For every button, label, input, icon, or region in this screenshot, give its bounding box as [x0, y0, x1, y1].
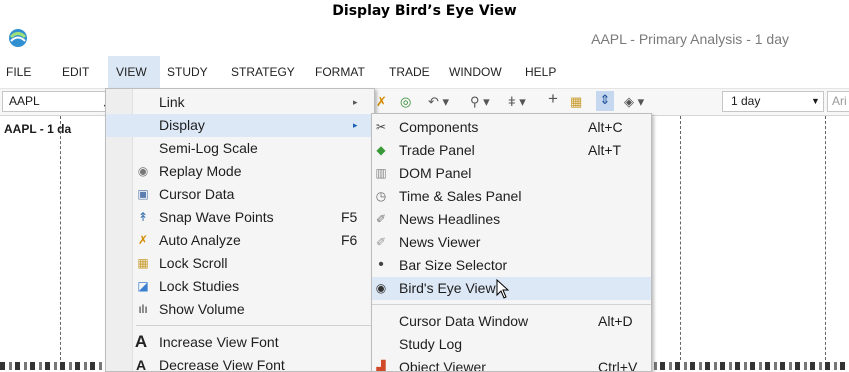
- view-menu-item-decrease-font[interactable]: A Decrease View Font: [106, 354, 374, 371]
- menu-view[interactable]: VIEW: [108, 56, 160, 88]
- display-item-object-viewer[interactable]: ▟ Object Viewer Ctrl+V: [372, 356, 651, 371]
- mouse-pointer-icon: [496, 279, 510, 299]
- snap-wave-icon: ↟: [137, 210, 149, 224]
- dom-panel-icon: ▥: [375, 166, 387, 180]
- menu-separator: [372, 304, 651, 305]
- scale-tool-icon[interactable]: ⇕: [596, 91, 614, 111]
- undo-tool-icon[interactable]: ↶ ▾: [428, 93, 449, 111]
- auto-analyze-icon: ✗: [137, 233, 149, 247]
- display-item-study-log[interactable]: Study Log: [372, 333, 651, 356]
- period-select[interactable]: 1 day ▼: [722, 91, 824, 112]
- symbol-input[interactable]: AAPL ▼: [2, 91, 111, 112]
- refresh-tool-icon[interactable]: ◎: [400, 93, 411, 111]
- menu-separator: [136, 325, 372, 326]
- menu-format[interactable]: FORMAT: [315, 56, 365, 88]
- auto-analyze-tool-icon[interactable]: ✗: [376, 93, 387, 111]
- view-menu-item-replay[interactable]: ◉ Replay Mode: [106, 160, 374, 183]
- display-item-trade-panel[interactable]: ◆ Trade Panel Alt+T: [372, 139, 651, 162]
- display-item-components[interactable]: ✂ Components Alt+C: [372, 116, 651, 139]
- increase-font-icon: A: [134, 332, 148, 351]
- menu-strategy[interactable]: STRATEGY: [231, 56, 295, 88]
- submenu-arrow-icon: ▸: [353, 97, 358, 107]
- font-select[interactable]: Ari: [827, 91, 849, 112]
- title-bar: AAPL - Primary Analysis - 1 day: [0, 22, 849, 56]
- view-menu: Link ▸ Display ▸ Semi-Log Scale ◉ Replay…: [105, 88, 375, 372]
- grid-line: [60, 116, 61, 370]
- tools-icon: ✂: [375, 120, 387, 134]
- crosshair-tool-icon[interactable]: +: [548, 90, 558, 108]
- symbol-value: AAPL: [9, 94, 40, 108]
- font-value: Ari: [832, 94, 847, 108]
- submenu-arrow-icon: ▸: [353, 120, 358, 130]
- figure-caption: Display Bird’s Eye View: [332, 3, 517, 19]
- window-title: AAPL - Primary Analysis - 1 day: [591, 31, 789, 47]
- menu-help[interactable]: HELP: [525, 56, 556, 88]
- display-item-cursor-data-window[interactable]: Cursor Data Window Alt+D: [372, 310, 651, 333]
- chart-symbol-label: AAPL - 1 da: [4, 122, 72, 136]
- grid-line: [825, 116, 826, 370]
- view-menu-item-increase-font[interactable]: A Increase View Font: [106, 331, 374, 354]
- view-menu-item-snap-wave[interactable]: ↟ Snap Wave Points F5: [106, 206, 374, 229]
- view-menu-item-lock-scroll[interactable]: ▦ Lock Scroll: [106, 252, 374, 275]
- clock-icon: ◷: [375, 189, 387, 203]
- menu-study[interactable]: STUDY: [167, 56, 208, 88]
- menu-window[interactable]: WINDOW: [449, 56, 502, 88]
- display-item-birds-eye-view[interactable]: ◉ Bird's Eye View: [372, 277, 651, 300]
- news-icon: ✐: [375, 212, 387, 226]
- view-menu-item-link[interactable]: Link ▸: [106, 91, 374, 114]
- grid-tool-icon[interactable]: ▦: [570, 93, 582, 111]
- app-logo-icon: [9, 29, 27, 47]
- cursor-data-icon: ▣: [137, 187, 149, 201]
- lock-scroll-icon: ▦: [137, 256, 149, 270]
- view-menu-item-auto-analyze[interactable]: ✗ Auto Analyze F6: [106, 229, 374, 252]
- chevron-down-icon[interactable]: ▼: [811, 92, 820, 111]
- view-menu-item-show-volume[interactable]: ılı Show Volume: [106, 298, 374, 321]
- decrease-font-icon: A: [135, 357, 147, 371]
- news-viewer-icon: ✐: [375, 235, 387, 249]
- visibility-tool-icon[interactable]: ◈ ▾: [624, 93, 644, 111]
- replay-icon: ◉: [137, 164, 149, 178]
- eye-icon: ◉: [375, 281, 387, 295]
- menu-trade[interactable]: TRADE: [389, 56, 430, 88]
- bar-tool-icon[interactable]: ǂ ▾: [508, 93, 526, 111]
- menu-edit[interactable]: EDIT: [56, 56, 106, 88]
- lock-studies-icon: ◪: [137, 279, 149, 293]
- display-submenu: ✂ Components Alt+C ◆ Trade Panel Alt+T ▥…: [371, 113, 652, 372]
- view-menu-item-semi-log[interactable]: Semi-Log Scale: [106, 137, 374, 160]
- menu-bar: FILE EDIT VIEW STUDY STRATEGY FORMAT TRA…: [0, 56, 849, 89]
- display-item-news-headlines[interactable]: ✐ News Headlines: [372, 208, 651, 231]
- trade-panel-icon: ◆: [376, 143, 386, 157]
- volume-icon: ılı: [138, 302, 148, 316]
- view-menu-item-lock-studies[interactable]: ◪ Lock Studies: [106, 275, 374, 298]
- menu-file[interactable]: FILE: [0, 56, 56, 88]
- display-item-bar-size-selector[interactable]: • Bar Size Selector: [372, 254, 651, 277]
- selected-bullet-icon: •: [378, 256, 384, 273]
- display-item-dom-panel[interactable]: ▥ DOM Panel: [372, 162, 651, 185]
- period-value: 1 day: [731, 94, 761, 108]
- view-menu-item-display[interactable]: Display ▸: [106, 114, 374, 137]
- display-item-time-sales[interactable]: ◷ Time & Sales Panel: [372, 185, 651, 208]
- view-menu-item-cursor-data[interactable]: ▣ Cursor Data: [106, 183, 374, 206]
- display-item-news-viewer[interactable]: ✐ News Viewer: [372, 231, 651, 254]
- grid-line: [680, 116, 681, 370]
- zoom-tool-icon[interactable]: ⚲ ▾: [470, 93, 490, 111]
- object-viewer-icon: ▟: [376, 360, 386, 371]
